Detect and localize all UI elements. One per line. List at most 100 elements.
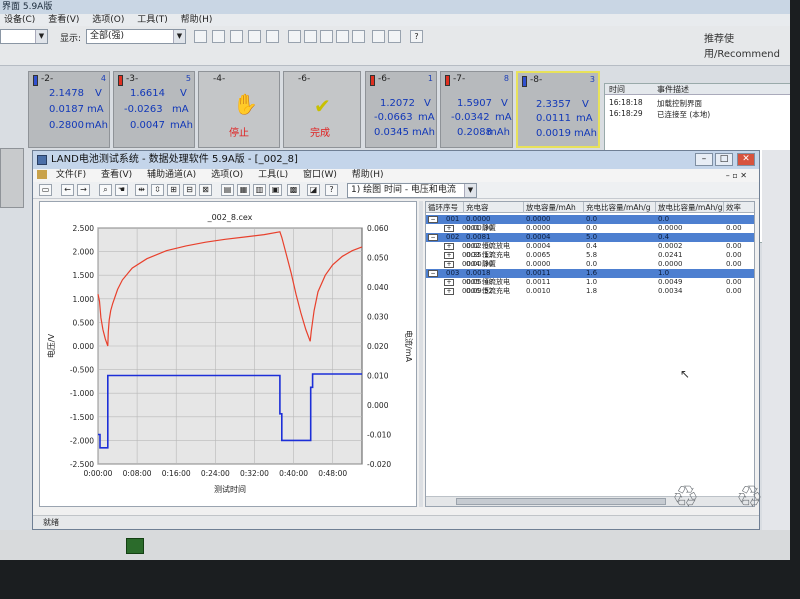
- collapse-icon[interactable]: −: [428, 270, 438, 277]
- collapse-icon[interactable]: −: [428, 216, 438, 223]
- help-icon[interactable]: ?: [325, 184, 338, 196]
- close-icon[interactable]: ✕: [737, 153, 755, 166]
- toolbar-button[interactable]: [248, 30, 261, 43]
- table-cell: 0.0: [586, 224, 598, 232]
- horizontal-scrollbar[interactable]: [426, 496, 754, 506]
- collapse-icon[interactable]: −: [428, 234, 438, 241]
- channel-id: -6-: [378, 74, 391, 84]
- table-cell: 0.0081: [466, 233, 491, 241]
- expand-icon[interactable]: +: [444, 225, 454, 232]
- table-row[interactable]: − 001 0.0000 0.0000 0.0 0.0: [426, 215, 754, 224]
- help-icon[interactable]: ?: [410, 30, 423, 43]
- toolbar-button[interactable]: [388, 30, 401, 43]
- menu-aux-channel[interactable]: 辅助通道(A): [147, 170, 196, 180]
- col-discharge-cap[interactable]: 放电容量/mAh: [524, 202, 584, 213]
- scrollbar-thumb[interactable]: [456, 498, 666, 505]
- table-cell: 0:05:48: [466, 278, 493, 286]
- open-icon[interactable]: ▭: [39, 184, 52, 196]
- fit-icon[interactable]: ⊞: [167, 184, 180, 196]
- minimize-icon[interactable]: –: [695, 153, 713, 166]
- current-unit: mA: [172, 104, 189, 115]
- forward-arrow-icon[interactable]: →: [77, 184, 90, 196]
- range-icon[interactable]: ⊟: [183, 184, 196, 196]
- channel-card-6b[interactable]: -6- 1 1.2072 V -0.0663 mA 0.0345 mAh: [365, 71, 437, 148]
- expand-icon[interactable]: +: [444, 252, 454, 259]
- view-combo[interactable]: 1) 绘图 时间 - 电压和电流 ▼: [347, 183, 477, 198]
- current-value: 0.0111: [536, 113, 571, 124]
- table-row[interactable]: +0004 静置 0:00:30 0.0000 0.0 0.0000 0.00: [426, 260, 754, 269]
- y2-axis-label: 电流/mA: [404, 330, 414, 362]
- cycle-table-pane[interactable]: 循环序号 充电容 放电容量/mAh 充电比容量/mAh/g 放电比容量/mAh/…: [425, 201, 755, 507]
- current-value: -0.0342: [451, 112, 490, 123]
- plot-pane[interactable]: 0:00:00 0:08:00 0:16:00 0:24:00 0:32:00 0:40:…: [39, 201, 417, 507]
- channel-card-2[interactable]: -2- 4 2.1478 V 0.0187 mA 0.2800 mAh: [28, 71, 110, 148]
- hand-pan-icon[interactable]: ☚: [115, 184, 128, 196]
- table-header: 循环序号 充电容 放电容量/mAh 充电比容量/mAh/g 放电比容量/mAh/…: [426, 202, 754, 213]
- menu-tools[interactable]: 工具(L): [258, 170, 288, 180]
- toolbar-button[interactable]: [352, 30, 365, 43]
- maximize-icon[interactable]: □: [715, 153, 733, 166]
- expand-icon[interactable]: +: [444, 288, 454, 295]
- toolbar-button[interactable]: [230, 30, 243, 43]
- menu-device[interactable]: 设备(C): [4, 15, 35, 25]
- menu-window[interactable]: 窗口(W): [303, 170, 337, 180]
- table-row[interactable]: +0006 恒流充电 0:09:52 0.0010 1.8 0.0034 0.00: [426, 287, 754, 296]
- toolbar-button[interactable]: [212, 30, 225, 43]
- calculator-icon[interactable]: ▩: [287, 184, 300, 196]
- zoom-icon[interactable]: ⌕: [99, 184, 112, 196]
- chart-icon[interactable]: ◪: [307, 184, 320, 196]
- channel-card-6a[interactable]: -6- ✔ 完成: [283, 71, 361, 148]
- channel-card-3[interactable]: -3- 5 1.6614 V -0.0263 mA 0.0047 mAh: [113, 71, 195, 148]
- menu-view[interactable]: 查看(V): [48, 15, 79, 25]
- table-row[interactable]: − 002 0.0081 0.0004 5.0 0.4: [426, 233, 754, 242]
- y2-tick-label: 0.060: [367, 224, 389, 233]
- toolbar-button[interactable]: [304, 30, 317, 43]
- table-cell: 0.4: [658, 233, 670, 241]
- channel-card-4[interactable]: -4- ✋ 停止: [198, 71, 280, 148]
- device-combo[interactable]: ▼: [0, 29, 48, 44]
- channel-card-8[interactable]: -8- 3 2.3357 V 0.0111 mA 0.0019 mAh: [516, 71, 600, 148]
- voltage-value: 1.6614: [130, 88, 165, 99]
- voltage-current-chart[interactable]: 0:00:00 0:08:00 0:16:00 0:24:00 0:32:00 0:40:…: [40, 202, 416, 506]
- menu-file[interactable]: 文件(F): [56, 170, 86, 180]
- col-charge-cap[interactable]: 充电容: [464, 202, 524, 213]
- col-charge-spec[interactable]: 充电比容量/mAh/g: [584, 202, 656, 213]
- menu-view[interactable]: 查看(V): [101, 170, 132, 180]
- col-efficiency[interactable]: 效率: [724, 202, 754, 213]
- back-arrow-icon[interactable]: ←: [61, 184, 74, 196]
- menu-help[interactable]: 帮助(H): [352, 170, 384, 180]
- table-row[interactable]: +0005 恒流放电 0:05:48 0.0011 1.0 0.0049 0.00: [426, 278, 754, 287]
- fit-v-icon[interactable]: ⇳: [151, 184, 164, 196]
- menu-tools[interactable]: 工具(T): [137, 15, 168, 25]
- display-combo[interactable]: 全部(强) ▼: [86, 29, 186, 44]
- taskbar-app-icon[interactable]: [126, 538, 144, 554]
- toolbar-button[interactable]: [266, 30, 279, 43]
- toolbar-button[interactable]: [336, 30, 349, 43]
- fit-h-icon[interactable]: ⇹: [135, 184, 148, 196]
- expand-icon[interactable]: +: [444, 261, 454, 268]
- toolbar-button[interactable]: [372, 30, 385, 43]
- log-time: 16:18:29: [609, 109, 643, 118]
- table-row[interactable]: − 003 0.0018 0.0011 1.6 1.0: [426, 269, 754, 278]
- settings-icon[interactable]: ▤: [221, 184, 234, 196]
- pane-splitter[interactable]: [419, 201, 423, 507]
- menu-options[interactable]: 选项(O): [92, 15, 124, 25]
- expand-icon[interactable]: +: [444, 279, 454, 286]
- mdi-controls[interactable]: – ▫ ✕: [726, 169, 747, 182]
- table-row[interactable]: +0001 静置 0:00:30 0.0000 0.0 0.0000 0.00: [426, 224, 754, 233]
- menu-options[interactable]: 选项(O): [211, 170, 243, 180]
- channel-card-7[interactable]: -7- 8 1.5907 V -0.0342 mA 0.2088 mAh: [440, 71, 513, 148]
- toolbar-button[interactable]: [320, 30, 333, 43]
- range2-icon[interactable]: ⊠: [199, 184, 212, 196]
- toolbar-button[interactable]: [288, 30, 301, 43]
- toolbar-button[interactable]: [194, 30, 207, 43]
- table-row[interactable]: +0002 恒流放电 0:02:00 0.0004 0.4 0.0002 0.00: [426, 242, 754, 251]
- col-cycle[interactable]: 循环序号: [426, 202, 464, 213]
- col-discharge-spec[interactable]: 放电比容量/mAh/g: [656, 202, 724, 213]
- menu-help[interactable]: 帮助(H): [181, 15, 213, 25]
- select-icon[interactable]: ▦: [237, 184, 250, 196]
- expand-icon[interactable]: +: [444, 243, 454, 250]
- print-icon[interactable]: ▣: [269, 184, 282, 196]
- grid-icon[interactable]: ▥: [253, 184, 266, 196]
- table-row[interactable]: +0003 恒流充电 0:35:13 0.0065 5.8 0.0241 0.00: [426, 251, 754, 260]
